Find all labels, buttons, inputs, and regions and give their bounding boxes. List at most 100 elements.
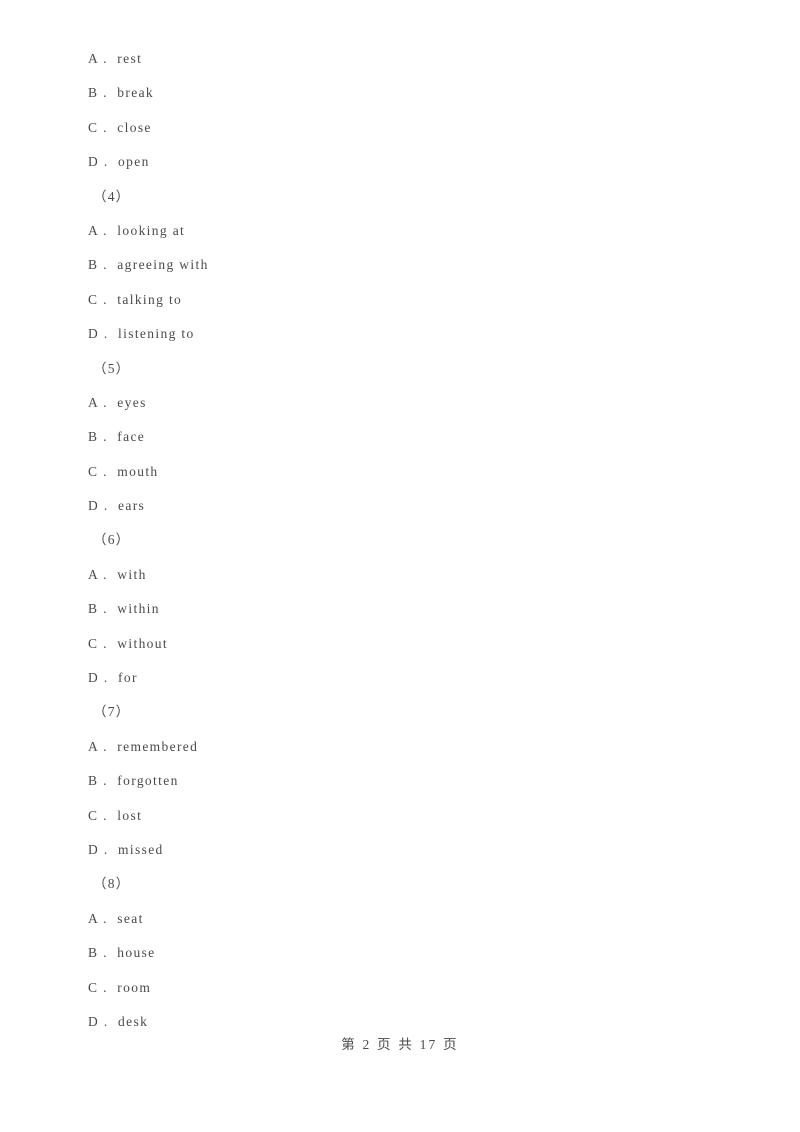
option-text: mouth <box>117 463 159 479</box>
answer-option[interactable]: C . mouth <box>88 455 728 489</box>
option-letter: C <box>88 979 99 995</box>
option-separator: . <box>103 394 108 410</box>
option-letter: C <box>88 291 99 307</box>
footer-of-label: 共 <box>398 1037 415 1052</box>
option-text: seat <box>117 910 144 926</box>
answer-option[interactable]: C . room <box>88 971 728 1005</box>
answer-option[interactable]: B . face <box>88 420 728 454</box>
answer-option[interactable]: B . forgotten <box>88 764 728 798</box>
answer-option[interactable]: A . looking at <box>88 214 728 248</box>
option-letter: D <box>88 154 100 170</box>
option-text: room <box>117 979 152 995</box>
option-separator: . <box>103 979 108 995</box>
option-separator: . <box>103 326 109 342</box>
option-text: open <box>118 154 150 170</box>
option-letter: B <box>88 945 99 961</box>
option-separator: . <box>103 670 109 686</box>
option-separator: . <box>103 841 109 857</box>
option-text: lost <box>117 807 143 823</box>
answer-option[interactable]: D . for <box>88 661 728 695</box>
option-letter: A <box>88 51 99 66</box>
option-separator: . <box>103 635 108 651</box>
option-letter: D <box>88 841 100 857</box>
answer-option[interactable]: A . with <box>88 558 728 592</box>
option-separator: . <box>103 601 108 617</box>
option-letter: A <box>88 566 99 582</box>
footer-prefix: 第 <box>341 1037 357 1052</box>
option-letter: D <box>88 670 100 686</box>
option-separator: . <box>103 119 108 135</box>
option-letter: A <box>88 910 99 926</box>
option-letter: B <box>88 773 99 789</box>
option-text: missed <box>118 841 164 857</box>
answer-option[interactable]: A . eyes <box>88 386 728 420</box>
option-text: without <box>117 635 168 651</box>
question-number-marker: （8） <box>93 876 131 892</box>
page-content: A . rest B . break C . close D . open （4） A .… <box>88 42 728 1039</box>
option-letter: D <box>88 326 100 342</box>
option-letter: C <box>88 119 99 135</box>
option-text: with <box>117 566 147 582</box>
option-text: house <box>117 945 156 961</box>
option-text: forgotten <box>117 773 179 789</box>
page-footer: 第 2 页 共 17 页 <box>0 1033 800 1053</box>
footer-page-unit-first: 页 <box>377 1037 393 1052</box>
option-separator: . <box>103 85 108 101</box>
answer-option[interactable]: D . open <box>88 145 728 179</box>
answer-option[interactable]: C . talking to <box>88 283 728 317</box>
footer-total-pages: 17 <box>419 1037 438 1052</box>
option-separator: . <box>103 498 109 514</box>
answer-option[interactable]: D . ears <box>88 489 728 523</box>
answer-option[interactable]: D . listening to <box>88 317 728 351</box>
option-letter: C <box>88 635 99 651</box>
option-text: eyes <box>117 394 147 410</box>
answer-option[interactable]: C . without <box>88 627 728 661</box>
option-text: break <box>117 85 155 101</box>
option-text: rest <box>117 51 143 66</box>
question-number-marker: （7） <box>93 704 131 720</box>
option-text: close <box>117 119 152 135</box>
option-separator: . <box>103 463 108 479</box>
option-letter: B <box>88 429 99 445</box>
option-letter: B <box>88 601 99 617</box>
option-letter: A <box>88 394 99 410</box>
option-separator: . <box>103 807 108 823</box>
option-separator: . <box>103 910 108 926</box>
answer-option[interactable]: B . break <box>88 76 728 110</box>
answer-option[interactable]: B . agreeing with <box>88 248 728 282</box>
answer-option[interactable]: B . house <box>88 936 728 970</box>
option-separator: . <box>103 773 108 789</box>
option-text: listening to <box>118 326 195 342</box>
footer-page-unit-second: 页 <box>443 1037 459 1052</box>
option-letter: C <box>88 807 99 823</box>
option-letter: A <box>88 738 99 754</box>
option-letter: D <box>88 498 100 514</box>
option-separator: . <box>103 257 108 273</box>
option-text: agreeing with <box>117 257 209 273</box>
option-separator: . <box>103 1013 109 1029</box>
document-page: A . rest B . break C . close D . open （4） A .… <box>0 0 800 1132</box>
option-letter: B <box>88 257 99 273</box>
option-text: desk <box>118 1013 149 1029</box>
option-separator: . <box>103 429 108 445</box>
question-number-marker: （4） <box>93 188 131 204</box>
answer-option[interactable]: A . rest <box>88 42 728 76</box>
option-separator: . <box>103 51 108 66</box>
answer-option[interactable]: A . remembered <box>88 730 728 764</box>
option-separator: . <box>103 291 108 307</box>
answer-option[interactable]: C . lost <box>88 799 728 833</box>
answer-option[interactable]: A . seat <box>88 902 728 936</box>
answer-option[interactable]: B . within <box>88 592 728 626</box>
option-text: looking at <box>117 222 186 238</box>
answer-option[interactable]: C . close <box>88 111 728 145</box>
option-letter: D <box>88 1013 100 1029</box>
question-number-marker: （5） <box>93 360 131 376</box>
answer-option[interactable]: D . missed <box>88 833 728 867</box>
option-letter: A <box>88 222 99 238</box>
footer-current-page: 2 <box>362 1037 372 1052</box>
option-letter: C <box>88 463 99 479</box>
option-separator: . <box>103 566 108 582</box>
option-text: talking to <box>117 291 183 307</box>
option-text: within <box>117 601 160 617</box>
option-text: ears <box>118 498 146 514</box>
